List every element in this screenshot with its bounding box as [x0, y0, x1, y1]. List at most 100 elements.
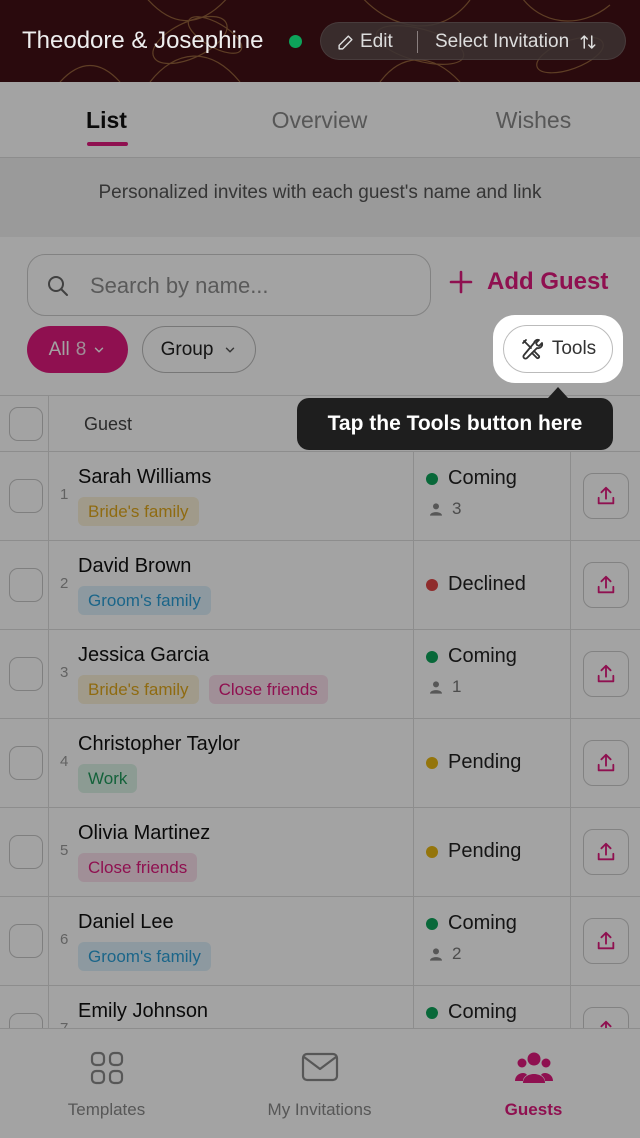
table-row[interactable]: 4 Christopher Taylor Work Pending — [0, 719, 640, 808]
select-invitation-label: Select Invitation — [435, 31, 570, 52]
rsvp-status: Coming — [426, 645, 517, 668]
guest-name: Christopher Taylor — [78, 733, 240, 755]
column-divider — [570, 452, 571, 1028]
envelope-icon — [301, 1052, 338, 1082]
row-number: 1 — [60, 486, 69, 503]
share-button[interactable] — [583, 1007, 629, 1028]
app-header: Theodore & Josephine Edit Select Invitat… — [0, 0, 640, 82]
filter-group-chip[interactable]: Group — [142, 326, 256, 373]
edit-button[interactable]: Edit — [337, 23, 393, 61]
rsvp-status: Pending — [426, 840, 521, 863]
table-row[interactable]: 7 Emily Johnson Coming — [0, 986, 640, 1028]
tools-button[interactable]: Tools — [503, 325, 613, 373]
plus-icon — [449, 270, 473, 294]
row-checkbox[interactable] — [9, 746, 43, 780]
sort-arrows-icon — [580, 35, 596, 49]
guest-name: Jessica Garcia — [78, 644, 210, 666]
bottom-navigation: Templates My Invitations Guests — [0, 1028, 640, 1138]
row-number: 6 — [60, 931, 69, 948]
filter-all-count: 8 — [75, 338, 87, 360]
search-box[interactable] — [27, 254, 431, 316]
grid-icon — [90, 1051, 123, 1085]
onboarding-tooltip: Tap the Tools button here — [297, 398, 613, 450]
column-divider — [48, 395, 49, 1028]
page-description: Personalized invites with each guest's n… — [0, 158, 640, 237]
share-button[interactable] — [583, 473, 629, 519]
table-row[interactable]: 3 Jessica Garcia Bride's family Close fr… — [0, 630, 640, 719]
nav-templates[interactable]: Templates — [0, 1029, 213, 1138]
share-icon — [597, 575, 615, 594]
share-icon — [600, 1020, 612, 1028]
status-label: Coming — [448, 645, 517, 667]
share-icon — [597, 486, 615, 505]
share-icon — [597, 664, 615, 683]
row-number: 2 — [60, 575, 69, 592]
share-button[interactable] — [583, 651, 629, 697]
row-checkbox[interactable] — [9, 657, 43, 691]
guest-tags: Groom's family — [78, 586, 211, 615]
party-size: 1 — [428, 677, 461, 697]
share-button[interactable] — [583, 829, 629, 875]
tab-list[interactable]: List — [0, 82, 213, 158]
table-row[interactable]: 6 Daniel Lee Groom's family Coming 2 — [0, 897, 640, 986]
guest-tags: Groom's family — [78, 942, 211, 971]
select-invitation-button[interactable]: Select Invitation — [435, 23, 597, 61]
tab-bar: List Overview Wishes — [0, 82, 640, 158]
row-checkbox[interactable] — [9, 835, 43, 869]
select-all-checkbox[interactable] — [9, 407, 43, 441]
chevron-down-icon — [226, 347, 235, 352]
status-dot — [426, 756, 438, 769]
tab-wishes[interactable]: Wishes — [427, 82, 640, 158]
share-button[interactable] — [583, 740, 629, 786]
table-row[interactable]: 5 Olivia Martinez Close friends Pending — [0, 808, 640, 897]
active-tab-indicator — [87, 142, 128, 146]
row-checkbox[interactable] — [9, 479, 43, 513]
guest-tags: Work — [78, 764, 138, 793]
search-input[interactable] — [90, 269, 420, 303]
filter-all-chip[interactable]: All 8 — [27, 326, 128, 373]
row-checkbox[interactable] — [9, 568, 43, 602]
status-dot — [426, 472, 438, 485]
rsvp-status: Coming — [426, 912, 517, 935]
nav-my-invitations-label: My Invitations — [267, 1100, 372, 1119]
status-dot — [426, 578, 438, 591]
column-divider — [413, 452, 414, 1028]
party-count: 2 — [452, 944, 462, 963]
rsvp-status: Coming — [426, 467, 517, 490]
guest-tags: Close friends — [78, 853, 198, 882]
row-number: 5 — [60, 842, 69, 859]
invitation-title: Theodore & Josephine — [22, 27, 264, 54]
nav-my-invitations[interactable]: My Invitations — [213, 1029, 426, 1138]
tab-overview[interactable]: Overview — [213, 82, 426, 158]
nav-guests[interactable]: Guests — [427, 1029, 640, 1138]
chevron-down-icon — [95, 347, 104, 352]
tooltip-arrow — [548, 387, 568, 398]
row-checkbox[interactable] — [9, 1013, 43, 1028]
header-actions: Edit Select Invitation — [320, 22, 626, 60]
status-label: Pending — [448, 840, 522, 862]
tools-icon — [521, 338, 543, 360]
filter-all-label: All — [48, 338, 70, 360]
guest-tags: Bride's family — [78, 497, 199, 526]
party-count: 3 — [452, 499, 462, 518]
divider — [417, 31, 418, 53]
guest-tags: Bride's family Close friends — [78, 675, 328, 704]
guest-table: Guest 1 Sarah Williams Bride's family Co… — [0, 395, 640, 1028]
party-size: 2 — [428, 944, 461, 964]
add-guest-label: Add Guest — [487, 268, 609, 295]
people-icon — [514, 1052, 553, 1083]
tag-close-friends: Close friends — [208, 675, 328, 704]
party-size: 3 — [428, 499, 461, 519]
share-button[interactable] — [583, 562, 629, 608]
tag-brides-family: Bride's family — [78, 675, 199, 704]
share-button[interactable] — [583, 918, 629, 964]
person-icon — [430, 948, 442, 961]
table-row[interactable]: 1 Sarah Williams Bride's family Coming 3 — [0, 452, 640, 541]
rsvp-status: Coming — [426, 1001, 517, 1024]
row-checkbox[interactable] — [9, 924, 43, 958]
edit-label: Edit — [360, 31, 393, 52]
status-label: Pending — [448, 751, 522, 773]
table-row[interactable]: 2 David Brown Groom's family Declined — [0, 541, 640, 630]
add-guest-button[interactable]: Add Guest — [449, 268, 608, 296]
row-number: 4 — [60, 753, 69, 770]
